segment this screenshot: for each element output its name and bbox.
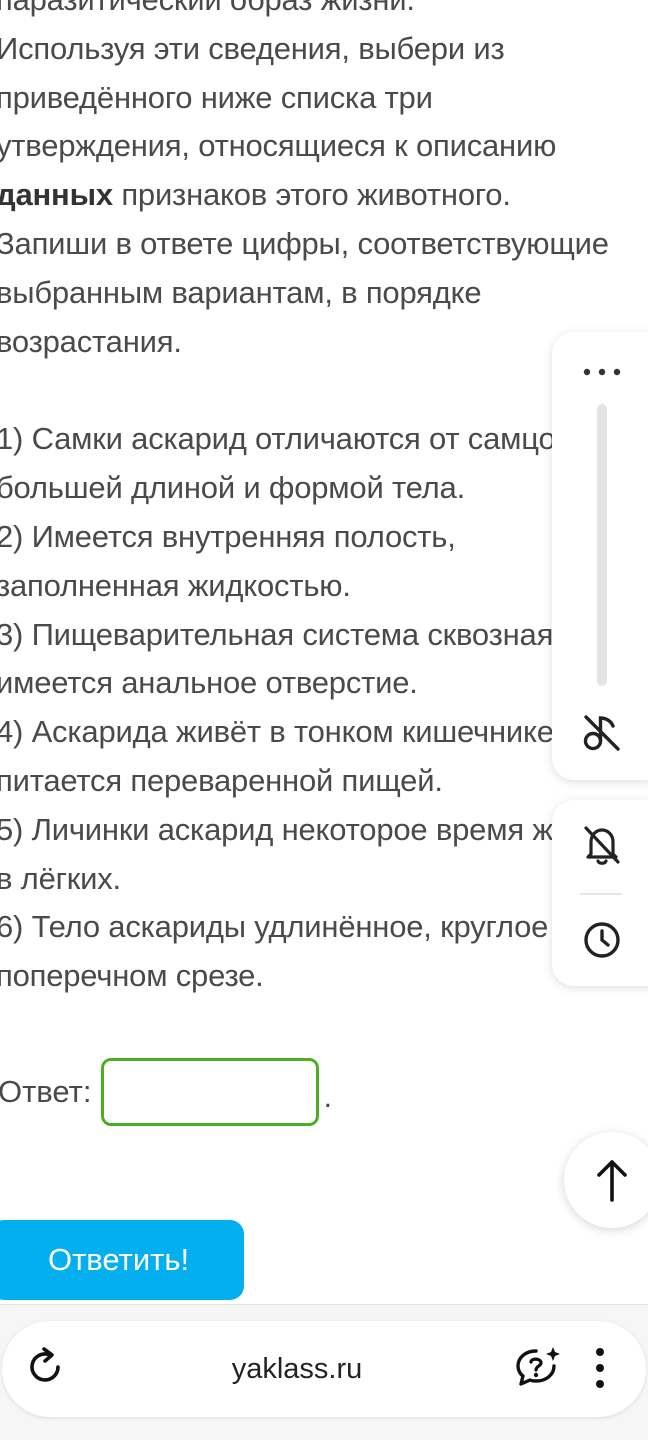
arrow-up-icon [597,1160,627,1202]
browser-bar: yaklass.ru [0,1305,648,1440]
option-line: большей длиной и формой тела. [0,470,465,506]
music-off-icon[interactable] [582,712,622,752]
question-line: возрастания. [0,323,182,359]
bell-off-icon[interactable] [582,824,622,866]
side-toolbar-secondary [552,800,648,986]
question-line: паразитический образ жизни. [0,0,636,25]
divider [580,893,622,895]
option-line: питается переваренной пищей. [0,762,443,798]
side-toolbar [552,332,648,780]
scroll-top-button[interactable] [564,1132,648,1228]
question-line: утверждения, относящиеся к описанию [0,128,557,164]
option-line: 5) Личинки аскарид некоторое время живут [0,811,615,847]
question-line: Запиши в ответе цифры, соответствующие [0,225,609,261]
address-bar[interactable]: yaklass.ru [2,1321,646,1417]
clock-icon[interactable] [582,920,622,960]
option-line: заполненная жидкостью. [0,567,351,603]
option-line: 4) Аскарида живёт в тонком кишечнике, [0,714,563,750]
question-line: приведённого ниже списка три [0,79,433,115]
answer-input[interactable] [101,1058,320,1126]
option-line: имеется анальное отверстие. [0,665,418,701]
task-text: паразитический образ жизни. Используя эт… [0,0,636,1001]
answer-row: Ответ: . [0,1055,332,1129]
bold-word: данных [0,177,113,213]
question-line: Используя эти сведения, выбери из [0,30,505,66]
answer-suffix: . [323,1079,333,1114]
option-line: 1) Самки аскарид отличаются от самцов [0,421,572,457]
answer-label: Ответ: [0,1074,92,1109]
option-line: в лёгких. [0,860,121,896]
reload-icon[interactable] [24,1345,68,1389]
question-line: данных признаков этого животного. [0,171,636,220]
option-line: 6) Тело аскариды удлинённое, круглое в [0,909,573,945]
side-scrollbar[interactable] [597,404,607,686]
option-line: поперечном срезе. [0,958,264,994]
more-vertical-icon[interactable] [594,1347,606,1389]
question-line-rest: признаков этого животного. [121,177,511,213]
question-line: выбранным вариантам, в порядке [0,274,482,310]
chat-question-icon[interactable] [512,1345,562,1391]
url-text[interactable]: yaklass.ru [212,1349,382,1389]
submit-button[interactable]: Ответить! [0,1220,244,1300]
option-line: 2) Имеется внутренняя полость, [0,518,456,554]
more-horizontal-icon[interactable] [582,368,622,376]
option-line: 3) Пищеварительная система сквозная, [0,616,562,652]
